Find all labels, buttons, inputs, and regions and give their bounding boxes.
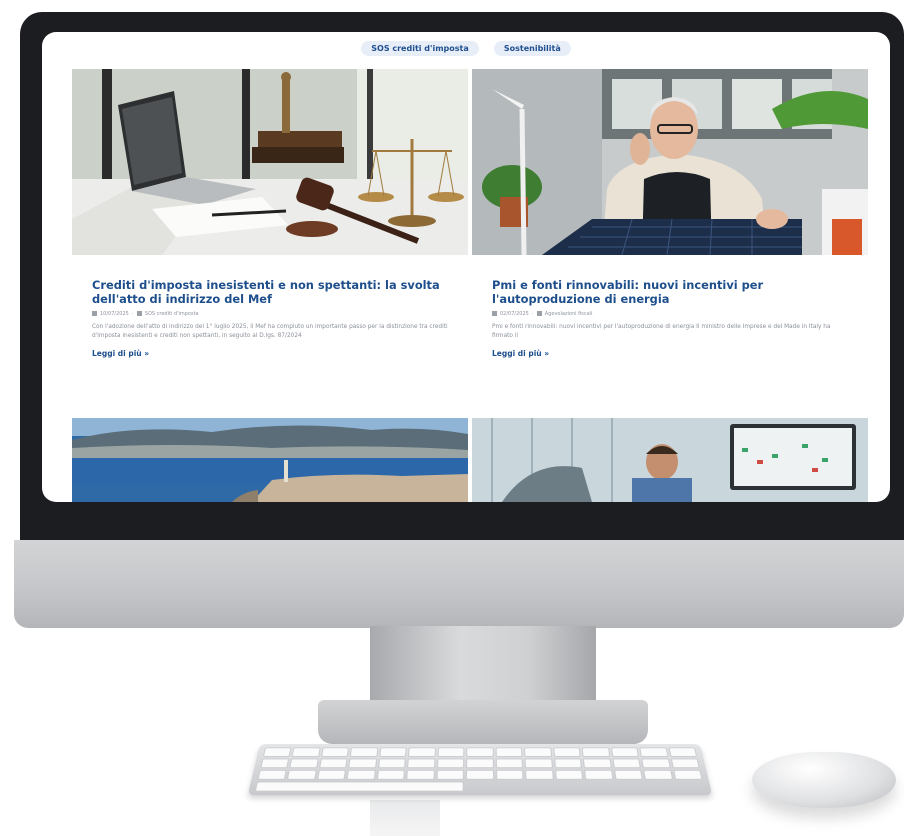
article-3-image[interactable]: [72, 418, 468, 502]
keyboard-key: [466, 758, 494, 769]
keyboard-key: [495, 758, 524, 769]
keyboard-key: [672, 769, 703, 780]
website-screen: SOS crediti d'imposta Sostenibilità Cred…: [42, 32, 890, 502]
category-tags: SOS crediti d'imposta Sostenibilità: [42, 36, 890, 56]
keyboard-key: [436, 758, 465, 769]
keyboard-key: [524, 758, 553, 769]
monitor-chin: [14, 540, 904, 628]
article-1-meta: 10/07/2025 · SOS crediti d'imposta: [92, 311, 452, 317]
article-2-date: 02/07/2025: [500, 311, 529, 317]
article-1-read-more[interactable]: Leggi di più »: [92, 349, 149, 358]
article-1-date: 10/07/2025: [100, 311, 129, 317]
article-1-category[interactable]: SOS crediti d'imposta: [145, 311, 199, 317]
article-1-image[interactable]: [72, 69, 468, 255]
keyboard-key: [554, 769, 584, 780]
article-2-image[interactable]: [472, 69, 868, 255]
article-2-read-more[interactable]: Leggi di più »: [492, 349, 549, 358]
keyboard-key: [262, 747, 292, 757]
keyboard-key: [553, 758, 583, 769]
tag-sostenibilita[interactable]: Sostenibilità: [493, 41, 571, 56]
monitor-stand-base: [318, 700, 648, 744]
keyboard-key: [641, 758, 671, 769]
keyboard-key: [466, 747, 494, 757]
article-2-meta: 02/07/2025 · Agevolazioni fiscali: [492, 311, 852, 317]
keyboard-key: [495, 747, 523, 757]
article-2: Pmi e fonti rinnovabili: nuovi incentivi…: [492, 278, 852, 360]
mouse: [752, 752, 896, 808]
keyboard-key: [437, 747, 465, 757]
keyboard-key: [613, 769, 643, 780]
keyboard-key: [552, 747, 581, 757]
keyboard-key: [524, 747, 552, 757]
calendar-icon: [492, 311, 497, 316]
keyboard-key: [643, 769, 673, 780]
keyboard-key: [289, 758, 319, 769]
article-2-category[interactable]: Agevolazioni fiscali: [545, 311, 593, 317]
keyboard-key: [321, 747, 350, 757]
article-1-excerpt: Con l'adozione dell'atto di indirizzo de…: [92, 324, 448, 339]
keyboard-key: [406, 769, 435, 780]
article-1: Crediti d'imposta inesistenti e non spet…: [92, 278, 452, 360]
article-4-image[interactable]: [472, 418, 868, 502]
folder-icon: [536, 311, 542, 316]
keyboard-key: [582, 758, 612, 769]
keyboard-key: [348, 758, 378, 769]
tag-sos-crediti[interactable]: SOS crediti d'imposta: [361, 41, 479, 56]
keyboard-key: [377, 758, 407, 769]
keyboard-key: [525, 769, 554, 780]
calendar-icon: [92, 311, 97, 316]
keyboard-key: [346, 769, 376, 780]
folder-icon: [136, 311, 142, 316]
keyboard-key: [350, 747, 379, 757]
keyboard-key: [260, 758, 290, 769]
keyboard-key: [317, 769, 347, 780]
stand-reflection: [370, 800, 440, 836]
keyboard-key: [319, 758, 348, 769]
keyboard-key: [612, 758, 641, 769]
keyboard-key: [287, 769, 317, 780]
keyboard-key: [466, 769, 494, 780]
keyboard-key: [581, 747, 610, 757]
keyboard-key: [639, 747, 669, 757]
keyboard-key: [291, 747, 321, 757]
keyboard-key: [257, 769, 288, 780]
keyboard-key: [670, 758, 700, 769]
keyboard: [247, 744, 713, 796]
article-2-title[interactable]: Pmi e fonti rinnovabili: nuovi incentivi…: [492, 278, 852, 306]
keyboard-key: [408, 747, 436, 757]
keyboard-key: [610, 747, 639, 757]
keyboard-key: [376, 769, 406, 780]
keyboard-key: [436, 769, 465, 780]
keyboard-key: [407, 758, 436, 769]
keyboard-key: [379, 747, 408, 757]
keyboard-spacebar: [254, 781, 465, 792]
article-2-excerpt: Pmi e fonti rinnovabili: nuovi incentivi…: [492, 324, 831, 339]
keyboard-key: [668, 747, 698, 757]
keyboard-key: [495, 769, 524, 780]
article-1-title[interactable]: Crediti d'imposta inesistenti e non spet…: [92, 278, 452, 306]
keyboard-key: [584, 769, 614, 780]
